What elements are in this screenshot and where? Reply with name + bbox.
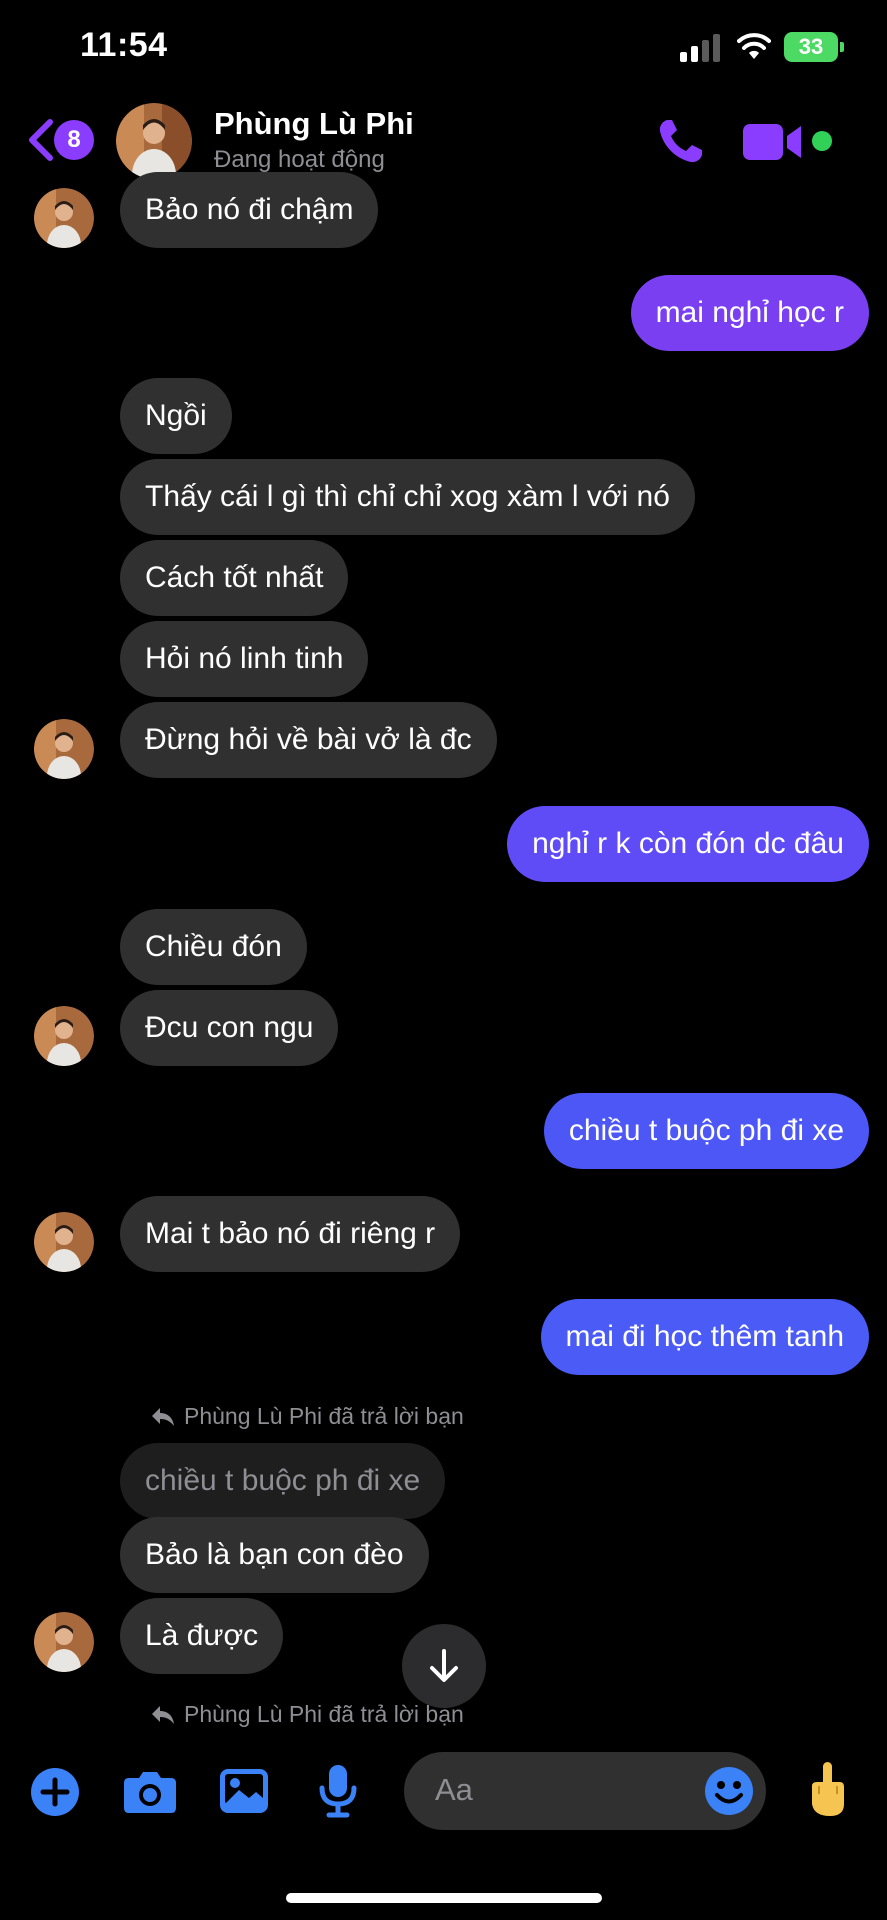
status-time: 11:54	[80, 26, 168, 64]
contact-name[interactable]: Phùng Lù Phi	[214, 106, 414, 142]
message-bubble-incoming[interactable]: Hỏi nó linh tinh	[120, 621, 369, 697]
avatar[interactable]	[34, 1006, 94, 1066]
unread-badge[interactable]: 8	[54, 120, 94, 160]
battery-indicator: 33	[784, 32, 838, 62]
phone-icon[interactable]	[654, 116, 706, 168]
avatar[interactable]	[34, 1612, 94, 1672]
message-bubble-outgoing[interactable]: chiều t buộc ph đi xe	[543, 1093, 869, 1169]
hand-emoji-icon[interactable]	[806, 1760, 848, 1818]
message-bubble-incoming[interactable]: Đừng hỏi về bài vở là đc	[120, 702, 497, 778]
reply-note-text: Phùng Lù Phi đã trả lời bạn	[184, 1403, 464, 1429]
avatar[interactable]	[34, 188, 94, 248]
wifi-icon	[737, 33, 771, 59]
message-bubble-incoming[interactable]: Cách tốt nhất	[120, 540, 349, 616]
battery-level: 33	[798, 34, 824, 59]
message-bubble-incoming[interactable]: Thấy cái l gì thì chỉ chỉ xog xàm l với …	[120, 459, 695, 535]
contact-avatar[interactable]	[116, 103, 192, 179]
home-indicator	[286, 1893, 602, 1903]
reply-note: Phùng Lù Phi đã trả lời bạn	[150, 1701, 464, 1728]
message-bubble-outgoing[interactable]: nghỉ r k còn đón dc đâu	[507, 806, 869, 882]
contact-status: Đang hoạt động	[214, 146, 385, 173]
message-bubble-outgoing[interactable]: mai đi học thêm tanh	[540, 1299, 869, 1375]
message-bubble-incoming[interactable]: Đcu con ngu	[120, 990, 339, 1066]
reply-arrow-icon	[152, 1407, 174, 1426]
avatar[interactable]	[34, 719, 94, 779]
message-bubble-incoming[interactable]: Chiều đón	[120, 909, 307, 985]
emoji-icon[interactable]	[704, 1766, 754, 1816]
signal-icon	[680, 34, 720, 62]
online-status-dot	[812, 131, 832, 151]
reply-note-text: Phùng Lù Phi đã trả lời bạn	[184, 1701, 464, 1727]
message-bubble-incoming[interactable]: Bảo nó đi chậm	[120, 172, 379, 248]
quoted-message[interactable]: chiều t buộc ph đi xe	[120, 1443, 446, 1519]
image-icon[interactable]	[219, 1768, 269, 1814]
arrow-down-icon	[430, 1649, 458, 1682]
reply-note: Phùng Lù Phi đã trả lời bạn	[150, 1403, 464, 1430]
scroll-to-bottom-button[interactable]	[402, 1624, 486, 1708]
back-icon[interactable]	[26, 118, 56, 162]
plus-icon[interactable]	[31, 1768, 79, 1816]
message-input-placeholder: Aa	[435, 1772, 473, 1807]
message-bubble-incoming[interactable]: Là được	[120, 1598, 284, 1674]
message-bubble-incoming[interactable]: Ngồi	[120, 378, 232, 454]
camera-icon[interactable]	[123, 1770, 177, 1814]
avatar[interactable]	[34, 1212, 94, 1272]
message-bubble-incoming[interactable]: Mai t bảo nó đi riêng r	[120, 1196, 461, 1272]
message-bubble-outgoing[interactable]: mai nghỉ học r	[630, 275, 869, 351]
battery-tip	[840, 42, 844, 52]
reply-arrow-icon	[152, 1705, 174, 1724]
microphone-icon[interactable]	[318, 1764, 358, 1818]
video-icon[interactable]	[743, 122, 803, 162]
message-bubble-incoming[interactable]: Bảo là bạn con đèo	[120, 1517, 429, 1593]
